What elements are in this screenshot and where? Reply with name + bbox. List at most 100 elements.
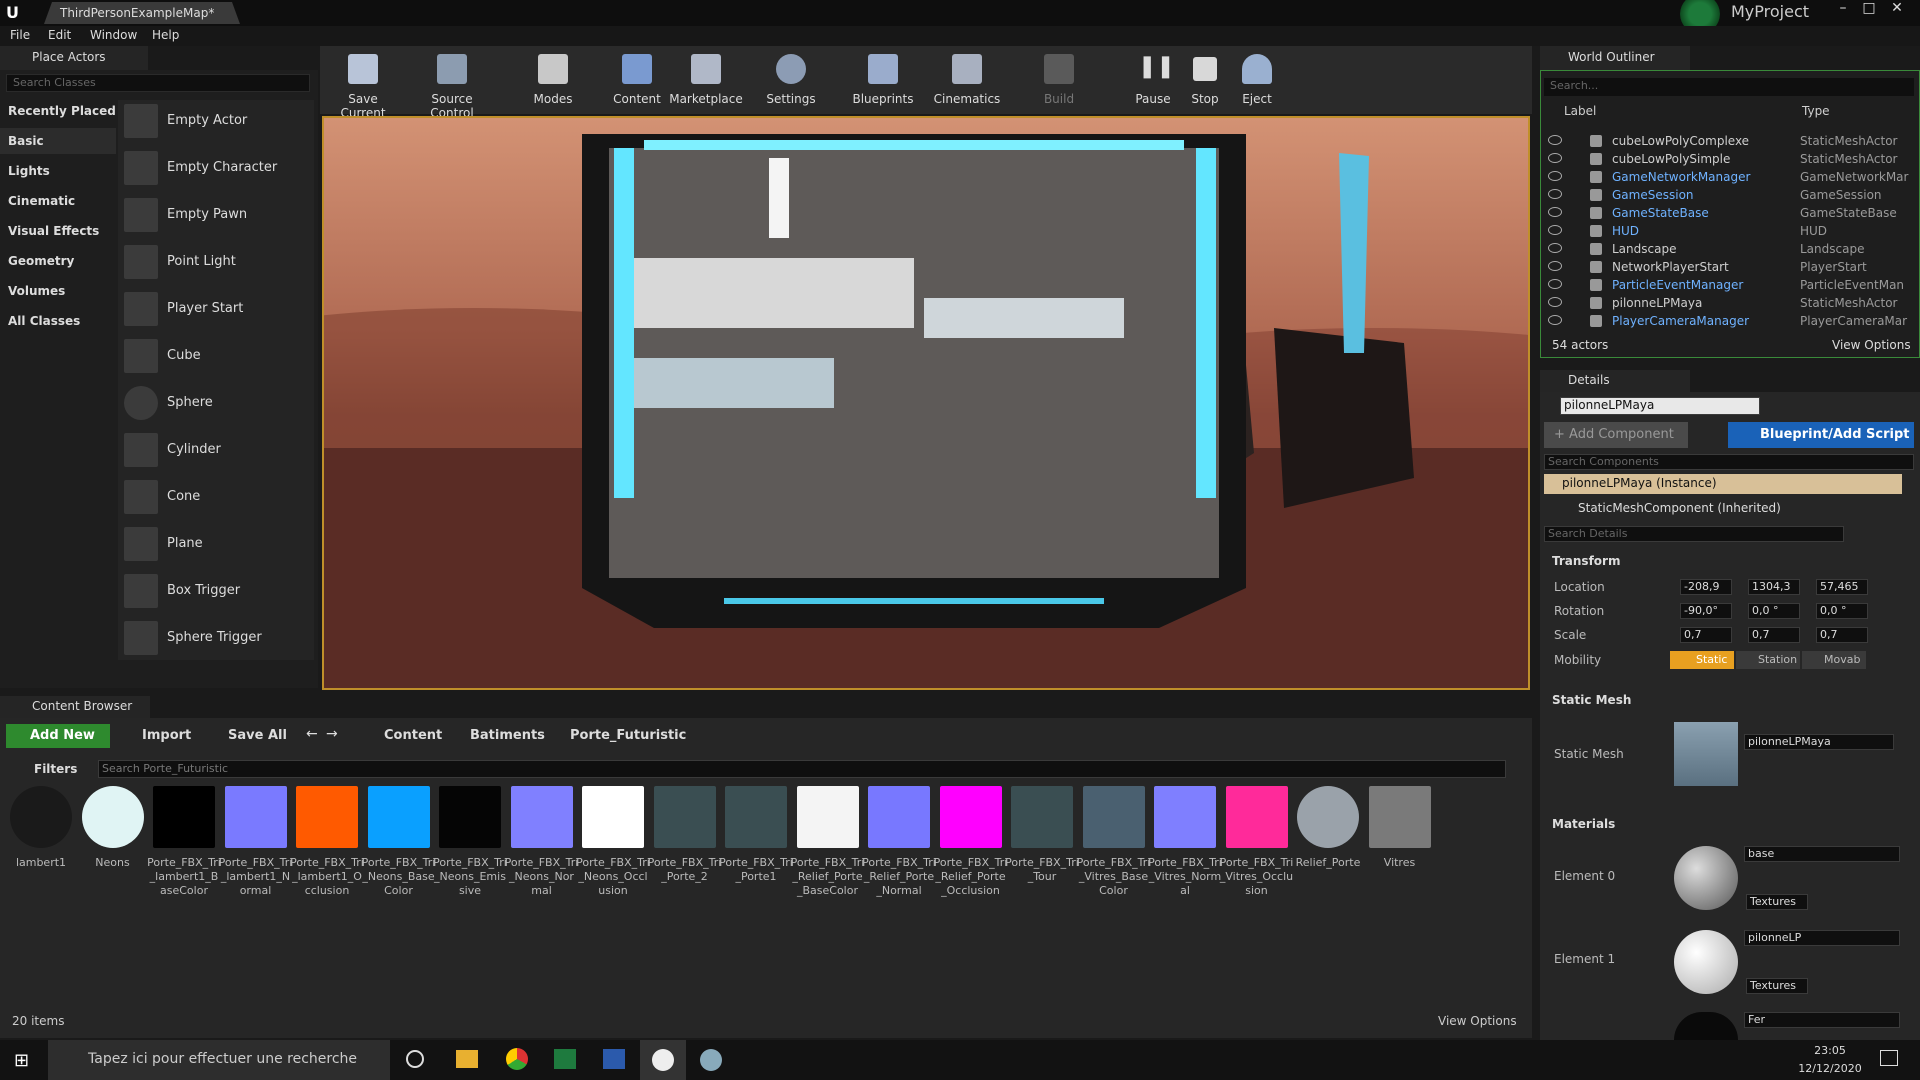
category-visual-effects[interactable]: Visual Effects [8, 224, 99, 238]
asset-thumbnail[interactable] [1082, 786, 1145, 848]
import-button[interactable]: Import [142, 728, 191, 743]
add-new-button[interactable]: Add New [6, 724, 110, 748]
asset-thumbnail[interactable] [1154, 786, 1216, 848]
scale-z-field[interactable]: 0,7 [1816, 627, 1868, 643]
location-z-field[interactable]: 57,465 [1816, 579, 1868, 595]
asset-thumbnail[interactable] [439, 786, 501, 848]
static-mesh-dropdown[interactable]: pilonneLPMaya [1744, 734, 1894, 750]
eject-button[interactable]: Eject [1222, 50, 1292, 112]
chrome-icon[interactable] [506, 1048, 528, 1070]
outliner-view-options[interactable]: View Options [1832, 338, 1911, 352]
visibility-eye-icon[interactable] [1548, 261, 1562, 271]
content-view-options[interactable]: View Options [1438, 1014, 1517, 1028]
details-tab[interactable]: Details [1540, 370, 1690, 392]
static-mesh-section[interactable]: Static Mesh [1552, 693, 1631, 707]
outliner-row[interactable]: GameStateBase GameStateBase [1544, 204, 1914, 222]
word-icon[interactable] [603, 1049, 625, 1069]
clock-time[interactable]: 23:05 [1808, 1044, 1852, 1057]
actor-item[interactable]: Point Light [120, 241, 314, 285]
mobility-movable-button[interactable]: Movab [1802, 651, 1866, 669]
modes-button[interactable]: Modes [518, 50, 588, 112]
visibility-eye-icon[interactable] [1548, 243, 1562, 253]
actor-item[interactable]: Box Trigger [120, 570, 314, 614]
asset-thumbnail[interactable] [1011, 786, 1073, 848]
asset-thumbnail[interactable] [1297, 786, 1359, 848]
file-explorer-icon[interactable] [456, 1050, 478, 1068]
actor-item[interactable]: Empty Character [120, 147, 314, 191]
place-actors-tab[interactable]: Place Actors [0, 46, 148, 70]
filters-button[interactable]: Filters [34, 762, 77, 776]
asset-thumbnail[interactable] [367, 786, 430, 848]
app-taskbar-icon[interactable] [700, 1049, 722, 1071]
visibility-eye-icon[interactable] [1548, 279, 1562, 289]
component-instance-row[interactable]: pilonneLPMaya (Instance) [1544, 474, 1902, 494]
transform-section[interactable]: Transform [1552, 554, 1620, 568]
outliner-row[interactable]: PlayerCameraManager PlayerCameraMar [1544, 312, 1914, 330]
material-2-dropdown[interactable]: Fer [1744, 1012, 1900, 1028]
actor-item[interactable]: Cylinder [120, 429, 314, 473]
actor-item[interactable]: Player Start [120, 288, 314, 332]
rotation-y-field[interactable]: 0,0 ° [1748, 603, 1800, 619]
material-1-thumbnail[interactable] [1674, 930, 1738, 994]
outliner-search-input[interactable]: Search... [1544, 78, 1914, 96]
settings-button[interactable]: Settings [756, 50, 826, 112]
visibility-eye-icon[interactable] [1548, 153, 1562, 163]
category-cinematic[interactable]: Cinematic [8, 194, 75, 208]
location-y-field[interactable]: 1304,3 [1748, 579, 1800, 595]
static-mesh-component-row[interactable]: StaticMeshComponent (Inherited) [1578, 501, 1781, 515]
level-viewport[interactable] [322, 116, 1530, 690]
outliner-col-type[interactable]: Type [1802, 104, 1830, 118]
rotation-x-field[interactable]: -90,0° [1680, 603, 1732, 619]
forward-arrow-icon[interactable]: → [326, 726, 338, 742]
category-basic[interactable]: Basic [8, 134, 44, 148]
mobility-stationary-button[interactable]: Station [1736, 651, 1800, 669]
actor-item[interactable]: Sphere Trigger [120, 617, 314, 661]
asset-thumbnail[interactable] [81, 786, 144, 848]
material-0-thumbnail[interactable] [1674, 846, 1738, 910]
asset-thumbnail[interactable] [1225, 786, 1288, 848]
actor-item[interactable]: Empty Actor [120, 100, 314, 144]
asset-thumbnail[interactable] [510, 786, 573, 848]
build-button[interactable]: Build [1024, 50, 1094, 112]
clock-date[interactable]: 12/12/2020 [1798, 1062, 1862, 1075]
add-component-button[interactable]: + Add Component [1544, 422, 1688, 448]
asset-thumbnail[interactable] [653, 786, 716, 848]
menu-window[interactable]: Window [90, 28, 137, 42]
outliner-row[interactable]: HUD HUD [1544, 222, 1914, 240]
asset-thumbnail[interactable] [153, 786, 215, 848]
menu-file[interactable]: File [10, 28, 30, 42]
material-0-dropdown[interactable]: base [1744, 846, 1900, 862]
save-all-button[interactable]: Save All [228, 728, 287, 743]
asset-thumbnail[interactable] [296, 786, 358, 848]
asset-thumbnail[interactable] [224, 786, 287, 848]
visibility-eye-icon[interactable] [1548, 297, 1562, 307]
actor-item[interactable]: Plane [120, 523, 314, 567]
save-current-button[interactable]: Save Current [328, 50, 398, 120]
blueprints-button[interactable]: Blueprints [848, 50, 918, 112]
actor-item[interactable]: Empty Pawn [120, 194, 314, 238]
menu-edit[interactable]: Edit [48, 28, 71, 42]
material-1-dropdown[interactable]: pilonneLP [1744, 930, 1900, 946]
content-search-input[interactable]: Search Porte_Futuristic [98, 760, 1506, 778]
category-geometry[interactable]: Geometry [8, 254, 74, 268]
visibility-eye-icon[interactable] [1548, 315, 1562, 325]
cinematics-button[interactable]: Cinematics [932, 50, 1002, 112]
outliner-row[interactable]: cubeLowPolySimple StaticMeshActor [1544, 150, 1914, 168]
excel-icon[interactable] [554, 1049, 576, 1069]
maximize-icon[interactable]: □ [1856, 0, 1882, 20]
level-tab[interactable]: ThirdPersonExampleMap* [44, 2, 240, 24]
scale-x-field[interactable]: 0,7 [1680, 627, 1732, 643]
breadcrumb-content[interactable]: Content [384, 728, 442, 743]
world-outliner-tab[interactable]: World Outliner [1540, 46, 1690, 70]
category-recently-placed[interactable]: Recently Placed [8, 104, 116, 118]
asset-thumbnail[interactable] [868, 786, 930, 848]
search-components-input[interactable]: Search Components [1544, 454, 1914, 470]
material-0-textures[interactable]: Textures [1746, 894, 1808, 910]
outliner-row[interactable]: ParticleEventManager ParticleEventMan [1544, 276, 1914, 294]
breadcrumb-batiments[interactable]: Batiments [470, 728, 545, 743]
category-lights[interactable]: Lights [8, 164, 50, 178]
visibility-eye-icon[interactable] [1548, 171, 1562, 181]
content-browser-tab[interactable]: Content Browser [0, 696, 150, 718]
mobility-static-button[interactable]: Static [1670, 651, 1734, 669]
taskbar-search[interactable]: Tapez ici pour effectuer une recherche [48, 1040, 390, 1080]
